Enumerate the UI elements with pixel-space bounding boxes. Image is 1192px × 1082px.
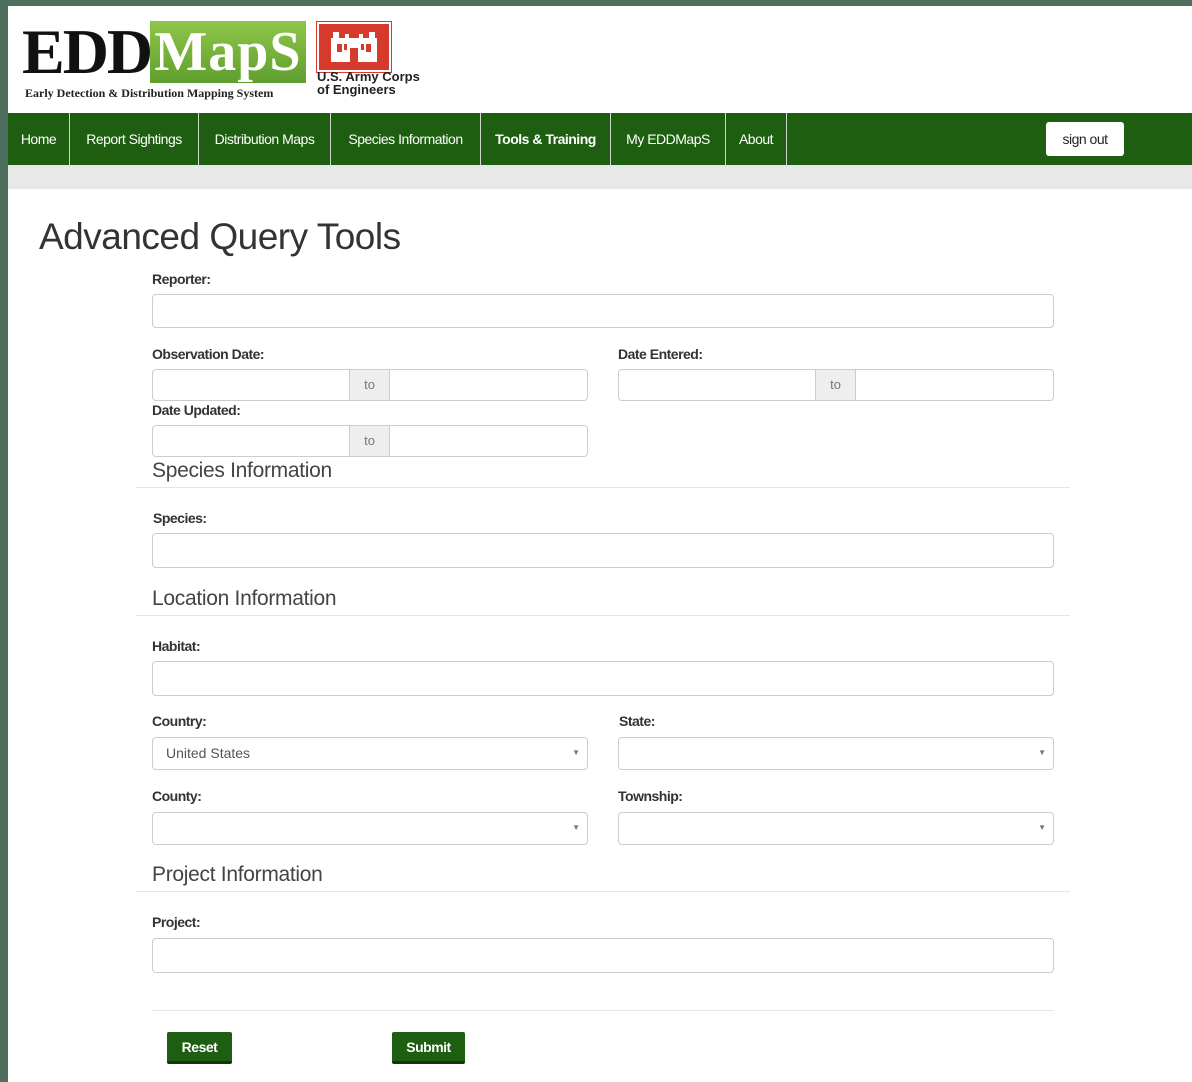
- reset-button[interactable]: Reset: [167, 1032, 232, 1064]
- nav-tools-training[interactable]: Tools & Training: [481, 113, 611, 165]
- date-entered-range: to: [618, 369, 1054, 401]
- country-select[interactable]: United States ▼: [152, 737, 588, 770]
- species-section-title: Species Information: [152, 459, 332, 482]
- observation-date-to-input[interactable]: [389, 369, 588, 401]
- state-label: State:: [619, 713, 655, 729]
- usace-castle-icon: [317, 22, 391, 72]
- dropdown-caret-icon: ▼: [1038, 748, 1046, 757]
- nav-about[interactable]: About: [726, 113, 787, 165]
- state-select[interactable]: ▼: [618, 737, 1054, 770]
- nav-report-sightings[interactable]: Report Sightings: [70, 113, 199, 165]
- nav-my-eddmaps[interactable]: My EDDMapS: [611, 113, 726, 165]
- reporter-input[interactable]: [152, 294, 1054, 328]
- dropdown-caret-icon: ▼: [572, 823, 580, 832]
- observation-date-label: Observation Date:: [152, 346, 265, 362]
- project-section-title: Project Information: [152, 863, 323, 886]
- page-title: Advanced Query Tools: [39, 216, 401, 257]
- nav-distribution-maps[interactable]: Distribution Maps: [199, 113, 331, 165]
- submit-button[interactable]: Submit: [392, 1032, 465, 1064]
- eddmaps-logo-maps[interactable]: MapS: [150, 21, 306, 83]
- main-navbar: Home Report Sightings Distribution Maps …: [8, 113, 1192, 165]
- date-updated-label: Date Updated:: [152, 402, 241, 418]
- location-section-header: Location Information: [136, 578, 1070, 616]
- species-input[interactable]: [152, 533, 1054, 568]
- location-section-title: Location Information: [152, 587, 337, 610]
- project-input[interactable]: [152, 938, 1054, 973]
- project-label: Project:: [152, 914, 201, 930]
- habitat-input[interactable]: [152, 661, 1054, 696]
- range-separator: to: [349, 369, 390, 401]
- observation-date-from-input[interactable]: [152, 369, 350, 401]
- usace-wordmark: U.S. Army Corps of Engineers: [317, 70, 420, 96]
- township-select[interactable]: ▼: [618, 812, 1054, 845]
- usace-line2: of Engineers: [317, 82, 396, 97]
- township-label: Township:: [618, 788, 683, 804]
- dropdown-caret-icon: ▼: [1038, 823, 1046, 832]
- page-frame: EDD MapS Early Detection & Distribution …: [8, 6, 1192, 1082]
- nav-species-information[interactable]: Species Information: [331, 113, 481, 165]
- logo-tagline: Early Detection & Distribution Mapping S…: [25, 86, 274, 100]
- habitat-label: Habitat:: [152, 638, 201, 654]
- sub-navbar: [8, 165, 1192, 189]
- date-entered-to-input[interactable]: [855, 369, 1054, 401]
- date-entered-label: Date Entered:: [618, 346, 703, 362]
- date-entered-from-input[interactable]: [618, 369, 816, 401]
- site-header: EDD MapS Early Detection & Distribution …: [8, 6, 1192, 112]
- dropdown-caret-icon: ▼: [572, 748, 580, 757]
- project-section-header: Project Information: [136, 854, 1070, 892]
- form-divider: [152, 1010, 1054, 1011]
- county-label: County:: [152, 788, 202, 804]
- nav-home[interactable]: Home: [8, 113, 70, 165]
- species-label: Species:: [153, 510, 207, 526]
- sign-out-button[interactable]: sign out: [1046, 122, 1124, 156]
- country-label: Country:: [152, 713, 207, 729]
- reporter-label: Reporter:: [152, 271, 211, 287]
- range-separator: to: [815, 369, 856, 401]
- country-select-value: United States: [166, 745, 251, 761]
- eddmaps-logo-edd[interactable]: EDD: [22, 20, 153, 84]
- county-select[interactable]: ▼: [152, 812, 588, 845]
- species-section-header: Species Information: [136, 450, 1070, 488]
- observation-date-range: to: [152, 369, 588, 401]
